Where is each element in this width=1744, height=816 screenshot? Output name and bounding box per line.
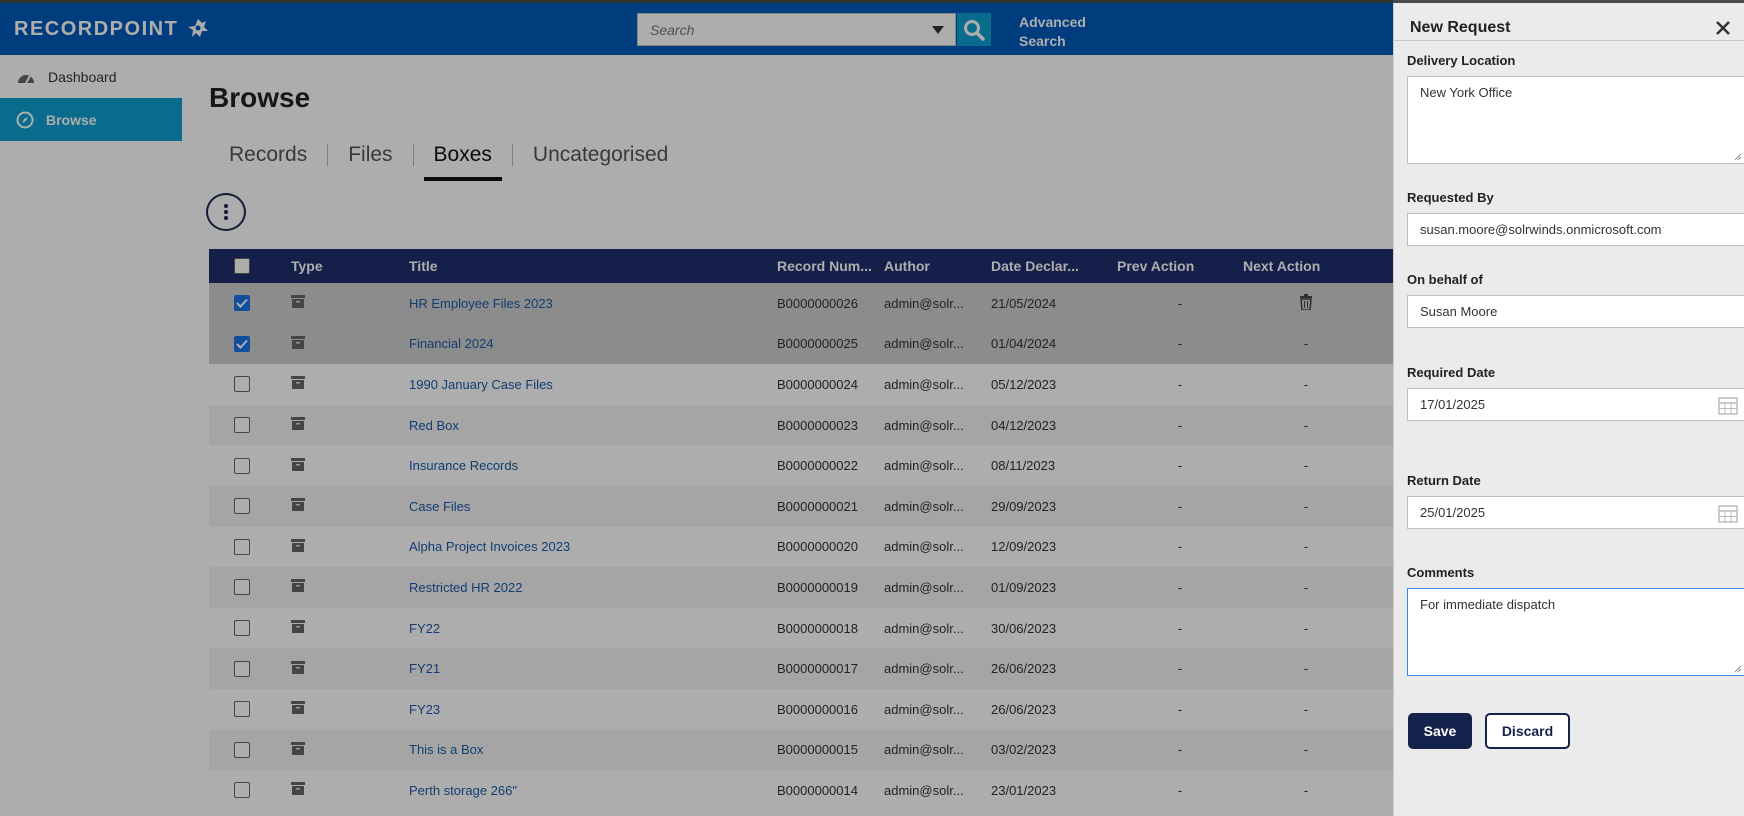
required-date-value: 17/01/2025 [1420, 397, 1486, 412]
on-behalf-of-field[interactable]: Susan Moore [1407, 295, 1744, 328]
delivery-location-label: Delivery Location [1407, 53, 1516, 68]
calendar-icon[interactable] [1718, 503, 1738, 523]
resize-handle-icon[interactable] [1734, 665, 1742, 673]
new-request-panel: New Request Delivery Location New York O… [1393, 3, 1744, 816]
comments-label: Comments [1407, 565, 1475, 580]
panel-title: New Request [1410, 19, 1511, 36]
close-button[interactable] [1712, 17, 1734, 39]
return-date-value: 25/01/2025 [1420, 505, 1486, 520]
comments-value: For immediate dispatch [1420, 597, 1556, 612]
discard-button[interactable]: Discard [1485, 713, 1570, 749]
delivery-location-field[interactable]: New York Office [1407, 76, 1744, 164]
comments-field[interactable]: For immediate dispatch [1407, 588, 1744, 676]
return-date-field[interactable]: 25/01/2025 [1407, 496, 1744, 529]
requested-by-field[interactable]: susan.moore@solrwinds.onmicrosoft.com [1407, 213, 1744, 246]
resize-handle-icon[interactable] [1734, 153, 1742, 161]
required-date-label: Required Date [1407, 365, 1496, 380]
calendar-icon[interactable] [1718, 395, 1738, 415]
requested-by-label: Requested By [1407, 190, 1494, 205]
requested-by-value: susan.moore@solrwinds.onmicrosoft.com [1420, 222, 1662, 237]
on-behalf-of-value: Susan Moore [1420, 304, 1498, 319]
modal-overlay[interactable] [0, 0, 1393, 816]
panel-divider [1394, 40, 1744, 41]
close-icon [1716, 21, 1730, 35]
return-date-label: Return Date [1407, 473, 1481, 488]
on-behalf-of-label: On behalf of [1407, 272, 1483, 287]
save-button[interactable]: Save [1408, 713, 1472, 749]
required-date-field[interactable]: 17/01/2025 [1407, 388, 1744, 421]
delivery-location-value: New York Office [1420, 85, 1513, 100]
